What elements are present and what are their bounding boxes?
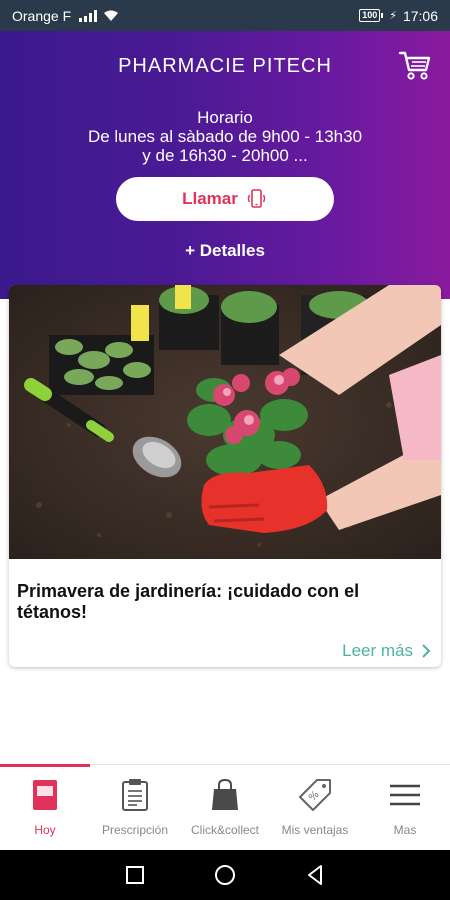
back-icon[interactable] [303,863,327,887]
home-icon[interactable] [213,863,237,887]
charging-icon: ⚡ [389,10,397,22]
pharmacy-header: PHARMACIE PITECH Horario De lunes al sàb… [0,31,450,299]
call-button[interactable]: Llamar [116,177,334,221]
nav-label-prescripcion: Prescripción [101,823,169,837]
opening-hours: Horario De lunes al sàbado de 9h00 - 13h… [0,108,450,165]
nav-item-mis-ventajas[interactable]: % Mis ventajas [270,765,360,850]
discount-tag-icon: % [299,779,331,811]
nav-label-hoy: Hoy [34,823,56,837]
hours-line-2: y de 16h30 - 20h00 ... [142,146,308,165]
nav-label-click-collect: Click&collect [190,823,259,837]
svg-text:%: % [307,789,322,804]
cart-icon[interactable] [398,49,432,81]
menu-icon [390,784,420,806]
shopping-bag-icon [212,778,238,810]
article-card[interactable]: Primavera de jardinería: ¡cuidado con el… [9,285,441,667]
call-button-label: Llamar [182,189,238,208]
details-link[interactable]: + Detalles [0,241,450,261]
battery-icon: 100 [359,9,384,22]
carrier-name: Orange F [12,7,72,24]
signal-icon [79,9,98,22]
nav-label-mis-ventajas: Mis ventajas [281,823,349,837]
prescription-icon [122,779,148,811]
nav-item-hoy[interactable]: Hoy [0,764,90,850]
status-bar: Orange F 100 ⚡ 17:06 [0,0,450,31]
gardening-photo [9,285,441,559]
nav-item-prescripcion[interactable]: Prescripción [90,765,180,850]
recent-apps-icon[interactable] [123,863,147,887]
battery-level: 100 [359,9,381,22]
nav-label-mas: Mas [393,823,417,837]
phone-vibrate-icon [247,189,266,208]
system-navigation-bar [0,850,450,900]
read-more-link[interactable]: Leer más [342,641,431,661]
today-icon [33,780,57,810]
nav-item-click-collect[interactable]: Click&collect [180,765,270,850]
bottom-navigation: Hoy Prescripción Click&collect % Mis ven… [0,764,450,850]
pharmacy-name: PHARMACIE PITECH [118,55,332,77]
hours-line-1: De lunes al sàbado de 9h00 - 13h30 [87,127,363,146]
nav-item-mas[interactable]: Mas [360,765,450,850]
clock: 17:06 [402,7,438,24]
read-more-label: Leer más [342,641,413,660]
article-title: Primavera de jardinería: ¡cuidado con el… [17,581,360,622]
chevron-right-icon [422,644,431,658]
wifi-icon [104,10,119,21]
hours-title: Horario [197,108,253,127]
